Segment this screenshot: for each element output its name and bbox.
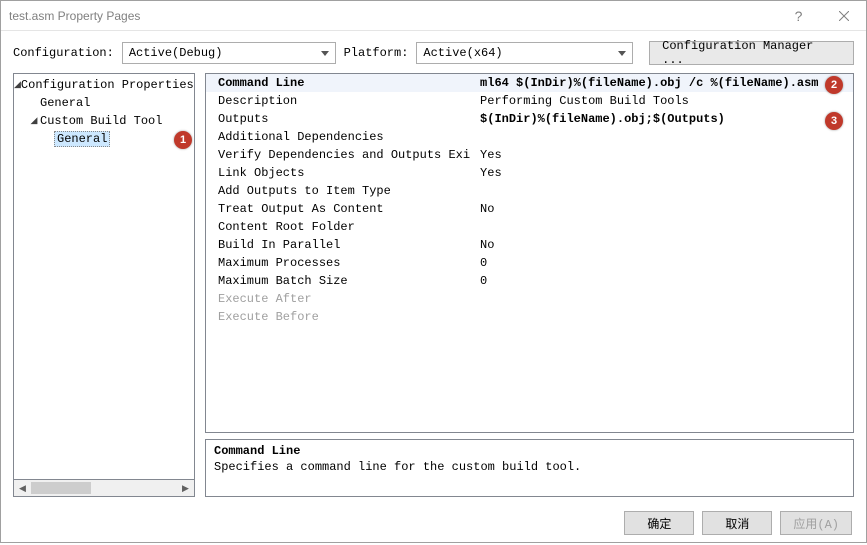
close-icon [839, 11, 849, 21]
cancel-button[interactable]: 取消 [702, 511, 772, 535]
description-box: Command Line Specifies a command line fo… [205, 439, 854, 497]
property-name: Maximum Batch Size [206, 272, 476, 290]
configuration-label: Configuration: [13, 46, 114, 60]
property-row[interactable]: Execute After [206, 290, 853, 308]
title-bar: test.asm Property Pages ? [1, 1, 866, 31]
property-name: Add Outputs to Item Type [206, 182, 476, 200]
dialog-buttons: 确定 取消 应用(A) [1, 505, 866, 545]
tree-root[interactable]: ◢ Configuration Properties [14, 76, 194, 94]
property-name: Execute Before [206, 308, 476, 326]
property-value[interactable] [476, 218, 853, 236]
expand-icon: ◢ [28, 116, 40, 126]
property-value[interactable]: ml64 $(InDir)%(fileName).obj /c %(fileNa… [476, 74, 853, 92]
property-row[interactable]: DescriptionPerforming Custom Build Tools [206, 92, 853, 110]
property-value[interactable] [476, 290, 853, 308]
property-value[interactable] [476, 308, 853, 326]
platform-label: Platform: [344, 46, 409, 60]
expand-icon: ◢ [14, 80, 21, 90]
property-value[interactable]: No [476, 236, 853, 254]
property-name: Additional Dependencies [206, 128, 476, 146]
property-row[interactable]: Verify Dependencies and Outputs ExiYes [206, 146, 853, 164]
property-row[interactable]: Maximum Batch Size0 [206, 272, 853, 290]
property-name: Link Objects [206, 164, 476, 182]
window-title: test.asm Property Pages [9, 9, 140, 23]
help-button[interactable]: ? [776, 1, 821, 31]
property-row[interactable]: Content Root Folder [206, 218, 853, 236]
property-value[interactable]: Yes [476, 164, 853, 182]
property-value[interactable]: No [476, 200, 853, 218]
property-row[interactable]: Additional Dependencies [206, 128, 853, 146]
right-panel: Command Lineml64 $(InDir)%(fileName).obj… [205, 73, 854, 497]
property-row[interactable]: Treat Output As ContentNo [206, 200, 853, 218]
configuration-value: Active(Debug) [129, 46, 223, 60]
tree-item-custom-build-general[interactable]: General [14, 130, 194, 148]
annotation-badge-3: 3 [825, 112, 843, 130]
property-value[interactable]: 0 [476, 272, 853, 290]
main-area: ◢ Configuration Properties General ◢ Cus… [1, 73, 866, 505]
property-row[interactable]: Add Outputs to Item Type [206, 182, 853, 200]
close-button[interactable] [821, 1, 866, 31]
property-value[interactable]: $(InDir)%(fileName).obj;$(Outputs) [476, 110, 853, 128]
platform-combo[interactable]: Active(x64) [416, 42, 633, 64]
description-text: Specifies a command line for the custom … [214, 460, 845, 474]
platform-value: Active(x64) [423, 46, 502, 60]
annotation-badge-2: 2 [825, 76, 843, 94]
property-grid[interactable]: Command Lineml64 $(InDir)%(fileName).obj… [205, 73, 854, 433]
tree-horizontal-scrollbar[interactable]: ◀ ▶ [13, 480, 195, 497]
property-name: Maximum Processes [206, 254, 476, 272]
property-name: Content Root Folder [206, 218, 476, 236]
property-name: Verify Dependencies and Outputs Exi [206, 146, 476, 164]
property-value[interactable]: Yes [476, 146, 853, 164]
property-value[interactable] [476, 182, 853, 200]
tree-item-custom-build-tool[interactable]: ◢ Custom Build Tool [14, 112, 194, 130]
property-row[interactable]: Maximum Processes0 [206, 254, 853, 272]
property-row[interactable]: Link ObjectsYes [206, 164, 853, 182]
property-value[interactable] [476, 128, 853, 146]
property-name: Description [206, 92, 476, 110]
apply-button[interactable]: 应用(A) [780, 511, 852, 535]
help-icon: ? [795, 8, 803, 24]
property-row[interactable]: Execute Before [206, 308, 853, 326]
annotation-badge-1: 1 [174, 131, 192, 149]
configuration-combo[interactable]: Active(Debug) [122, 42, 336, 64]
config-toolbar: Configuration: Active(Debug) Platform: A… [1, 31, 866, 73]
property-row[interactable]: Outputs$(InDir)%(fileName).obj;$(Outputs… [206, 110, 853, 128]
config-tree[interactable]: ◢ Configuration Properties General ◢ Cus… [13, 73, 195, 480]
configuration-manager-button[interactable]: Configuration Manager ... [649, 41, 854, 65]
description-title: Command Line [214, 444, 845, 458]
property-name: Outputs [206, 110, 476, 128]
property-value[interactable]: Performing Custom Build Tools [476, 92, 853, 110]
tree-item-general[interactable]: General [14, 94, 194, 112]
property-name: Execute After [206, 290, 476, 308]
ok-button[interactable]: 确定 [624, 511, 694, 535]
scroll-left-icon[interactable]: ◀ [14, 480, 31, 496]
property-name: Treat Output As Content [206, 200, 476, 218]
scroll-right-icon[interactable]: ▶ [177, 480, 194, 496]
tree-panel: ◢ Configuration Properties General ◢ Cus… [13, 73, 195, 497]
property-row[interactable]: Build In ParallelNo [206, 236, 853, 254]
property-value[interactable]: 0 [476, 254, 853, 272]
property-name: Build In Parallel [206, 236, 476, 254]
property-name: Command Line [206, 74, 476, 92]
scroll-thumb[interactable] [31, 482, 91, 494]
property-row[interactable]: Command Lineml64 $(InDir)%(fileName).obj… [206, 74, 853, 92]
